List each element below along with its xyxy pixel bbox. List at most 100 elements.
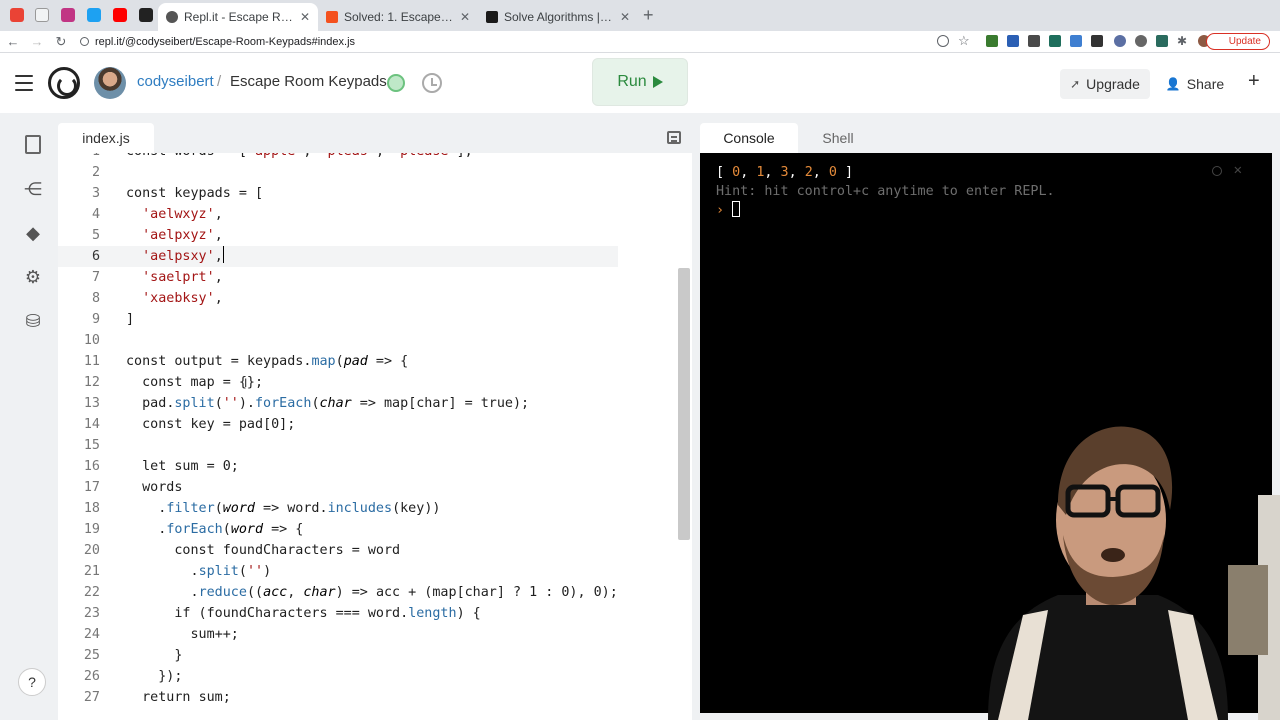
code-line[interactable]: 27 return sum; <box>58 687 618 708</box>
username-link[interactable]: codyseibert <box>137 73 214 90</box>
extension-icon[interactable] <box>1135 35 1147 47</box>
code-line[interactable]: 20 const foundCharacters = word <box>58 540 618 561</box>
code-line[interactable]: 14 const key = pad[0]; <box>58 414 618 435</box>
code-line[interactable]: 6 'aelpsxy', <box>58 246 618 267</box>
tab-title: Repl.it - Escape Room Keypads <box>184 10 294 24</box>
extension-icon[interactable] <box>1028 35 1040 47</box>
console-search-icon[interactable] <box>1212 166 1222 176</box>
line-number: 10 <box>83 333 100 348</box>
avatar[interactable] <box>94 67 126 99</box>
run-label: Run <box>617 73 647 90</box>
code-line[interactable]: 25 } <box>58 645 618 666</box>
browser-update-button[interactable]: Update <box>1205 33 1270 50</box>
code-line[interactable]: 17 words <box>58 477 618 498</box>
editor-options-icon[interactable] <box>667 131 681 144</box>
solved-favicon-icon <box>326 11 338 23</box>
line-number: 27 <box>83 690 100 705</box>
array-comma: , <box>764 165 781 180</box>
code-line[interactable]: 2 <box>58 162 618 183</box>
browser-tab-replit[interactable]: Repl.it - Escape Room Keypads ✕ <box>158 3 318 31</box>
close-tab-icon[interactable]: ✕ <box>620 10 630 24</box>
calendar-icon[interactable] <box>35 8 49 22</box>
code-line[interactable]: 26 }); <box>58 666 618 687</box>
code-line[interactable]: 19 .forEach(word => { <box>58 519 618 540</box>
line-number: 14 <box>83 417 100 432</box>
code-line[interactable]: 18 .filter(word => word.includes(key)) <box>58 498 618 519</box>
files-icon[interactable] <box>25 135 41 154</box>
code-line[interactable]: 4 'aelwxyz', <box>58 204 618 225</box>
packages-cube-icon[interactable]: ◆ <box>23 223 43 243</box>
help-button[interactable]: ? <box>18 668 46 696</box>
twitter-icon[interactable] <box>87 8 101 22</box>
code-line[interactable]: 1 const words = ['apple', 'pleas', 'pleas… <box>58 153 618 162</box>
new-tab-icon[interactable]: + <box>643 5 654 26</box>
extensions-puzzle-icon[interactable]: ✱ <box>1177 35 1189 47</box>
line-text: .split('') <box>126 564 272 579</box>
code-line[interactable]: 9] <box>58 309 618 330</box>
code-line[interactable]: 11 const output = keypads.map(pad => { <box>58 351 618 372</box>
code-line[interactable]: 10 <box>58 330 618 351</box>
close-tab-icon[interactable]: ✕ <box>460 10 470 24</box>
extension-icon[interactable] <box>1007 35 1019 47</box>
code-line[interactable]: 16 let sum = 0; <box>58 456 618 477</box>
browser-tab-solved[interactable]: Solved: 1. Escape Room Keypads ✕ <box>318 3 478 31</box>
array-comma: , <box>812 165 829 180</box>
code-line[interactable]: 8 'xaebksy', <box>58 288 618 309</box>
array-open: [ <box>716 165 733 180</box>
code-line[interactable]: 7 'saelprt', <box>58 267 618 288</box>
code-line[interactable]: 23 if (foundCharacters === word.length) … <box>58 603 618 624</box>
repl-name[interactable]: Escape Room Keypads <box>230 73 387 90</box>
extension-icon[interactable] <box>1049 35 1061 47</box>
reload-icon[interactable]: ↻ <box>50 34 72 50</box>
code-line[interactable]: 21 .split('') <box>58 561 618 582</box>
language-badge-icon[interactable] <box>387 74 405 92</box>
extension-icon[interactable] <box>1091 35 1103 47</box>
code-line[interactable]: 24 sum++; <box>58 624 618 645</box>
line-number: 26 <box>83 669 100 684</box>
code-line[interactable]: 13 pad.split('').forEach(char => map[cha… <box>58 393 618 414</box>
code-line[interactable]: 5 'aelpxyz', <box>58 225 618 246</box>
hamburger-menu-icon[interactable] <box>15 75 33 91</box>
code-editor[interactable]: 1 const words = ['apple', 'pleas', 'pleas… <box>58 153 692 720</box>
version-control-icon[interactable]: ⋲ <box>23 179 43 199</box>
line-text: 'aelpxyz', <box>142 228 223 243</box>
database-icon[interactable]: ⛁ <box>23 311 43 331</box>
forward-icon[interactable]: → <box>26 34 48 49</box>
settings-gear-icon[interactable]: ⚙ <box>23 267 43 287</box>
tab-index-js[interactable]: index.js <box>58 123 154 153</box>
console-clear-icon[interactable]: ✕ <box>1234 161 1242 180</box>
zoom-icon[interactable] <box>937 35 949 47</box>
code-line[interactable]: 15 <box>58 435 618 456</box>
text-cursor-icon: I <box>244 376 248 390</box>
back-icon[interactable]: ← <box>2 34 24 49</box>
tab-console[interactable]: Console <box>700 123 798 153</box>
code-line[interactable]: 22 .reduce((acc, char) => acc + (map[cha… <box>58 582 618 603</box>
site-info-icon[interactable] <box>80 37 89 46</box>
new-repl-plus-icon[interactable]: + <box>1248 70 1260 93</box>
line-text: }); <box>126 669 183 684</box>
share-button[interactable]: 👤 Share <box>1160 69 1230 99</box>
editor-scrollbar[interactable] <box>678 268 690 540</box>
code-line[interactable]: 3 const keypads = [ <box>58 183 618 204</box>
line-number: 13 <box>83 396 100 411</box>
terminal-icon[interactable] <box>139 8 153 22</box>
youtube-icon[interactable] <box>113 8 127 22</box>
history-icon[interactable] <box>422 73 442 93</box>
console-prompt-line[interactable]: › <box>716 201 1256 220</box>
gmail-icon[interactable] <box>10 8 24 22</box>
browser-tab-hackerrank[interactable]: Solve Algorithms | HackerRank ✕ <box>478 3 638 31</box>
close-tab-icon[interactable]: ✕ <box>300 10 310 24</box>
extension-icon[interactable] <box>1070 35 1082 47</box>
bookmark-star-icon[interactable]: ☆ <box>958 34 970 47</box>
extension-icon[interactable] <box>1156 35 1168 47</box>
line-text: 'aelpsxy', <box>126 246 224 264</box>
upgrade-button[interactable]: ➚ Upgrade <box>1060 69 1150 99</box>
replit-logo-icon[interactable] <box>48 67 80 99</box>
extension-icon[interactable] <box>1114 35 1126 47</box>
tab-shell[interactable]: Shell <box>799 123 877 153</box>
run-button[interactable]: Run <box>592 58 688 106</box>
instagram-icon[interactable] <box>61 8 75 22</box>
extension-icon[interactable] <box>986 35 998 47</box>
code-line[interactable]: 12 const map = {}; <box>58 372 618 393</box>
url-field[interactable]: repl.it/@codyseibert/Escape-Room-Keypads… <box>80 33 355 51</box>
